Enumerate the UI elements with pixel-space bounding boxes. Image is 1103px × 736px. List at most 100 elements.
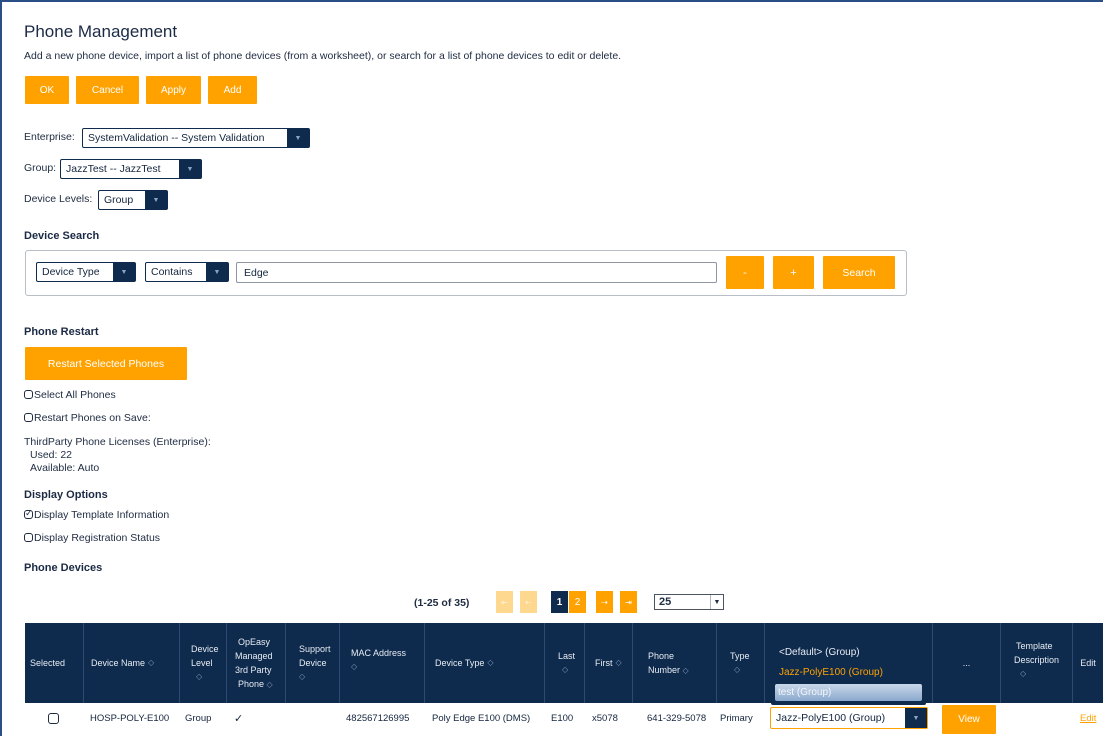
group-select[interactable]: JazzTest -- JazzTest ▼: [60, 159, 202, 179]
col-device-level-line2: Level: [191, 658, 213, 668]
enterprise-label: Enterprise:: [24, 131, 75, 143]
col-mac-address[interactable]: MAC Address ◇: [340, 623, 425, 703]
col-type[interactable]: Type ◇: [717, 623, 765, 703]
page-1-button[interactable]: 1: [551, 591, 568, 613]
col-opeasy-line3: 3rd Party: [235, 664, 272, 675]
edit-link[interactable]: Edit: [1080, 706, 1096, 730]
sort-icon: ◇: [1020, 669, 1027, 678]
next-page-icon[interactable]: ⇢: [596, 591, 613, 613]
sort-icon: ◇: [299, 672, 306, 681]
enterprise-select[interactable]: SystemValidation -- System Validation ▼: [82, 128, 310, 148]
row-template-select[interactable]: Jazz-PolyE100 (Group) ▼: [770, 707, 928, 729]
row-last: E100: [551, 712, 574, 724]
col-type-label: Type: [730, 651, 750, 661]
sort-icon: ◇: [487, 658, 494, 667]
col-device-type[interactable]: Device Type ◇: [425, 623, 545, 703]
row-template-value: Jazz-PolyE100 (Group): [776, 712, 886, 724]
apply-button[interactable]: Apply: [146, 76, 201, 104]
page-size-select[interactable]: 25 ▼: [654, 594, 724, 610]
row-opeasy-managed: ✓: [234, 712, 244, 725]
row-device-type: Poly Edge E100 (DMS): [432, 712, 531, 724]
group-value: JazzTest -- JazzTest: [66, 163, 161, 175]
col-selected[interactable]: Selected: [25, 623, 84, 703]
chevron-down-icon: ▼: [710, 595, 723, 609]
add-button[interactable]: Add: [208, 76, 257, 104]
display-registration-checkbox[interactable]: [24, 533, 33, 542]
cancel-button[interactable]: Cancel: [76, 76, 139, 104]
first-page-icon[interactable]: ⇤: [496, 591, 513, 613]
chevron-down-icon: ▼: [905, 708, 927, 728]
ok-button[interactable]: OK: [25, 76, 69, 104]
col-opeasy-managed[interactable]: OpEasy Managed 3rd Party Phone ◇: [227, 623, 286, 703]
phone-restart-heading: Phone Restart: [24, 326, 99, 338]
search-field-select[interactable]: Device Type ▼: [36, 262, 136, 282]
col-ellipsis[interactable]: ...: [933, 623, 1001, 703]
col-edit-label: Edit: [1080, 658, 1096, 668]
chevron-down-icon: ▼: [145, 191, 167, 209]
licenses-label: ThirdParty Phone Licenses (Enterprise):: [24, 436, 211, 448]
sort-icon: ◇: [148, 658, 155, 667]
restart-selected-phones-button[interactable]: Restart Selected Phones: [25, 347, 187, 380]
col-phone-line1: Phone: [648, 650, 675, 661]
col-first-label: First: [595, 658, 613, 668]
phone-devices-heading: Phone Devices: [24, 562, 103, 574]
device-levels-select[interactable]: Group ▼: [98, 190, 168, 210]
template-option-test[interactable]: test (Group): [775, 684, 922, 701]
template-option-default[interactable]: <Default> (Group): [779, 647, 860, 658]
col-template-description[interactable]: Template Description ◇: [1001, 623, 1073, 703]
search-button[interactable]: Search: [823, 256, 895, 289]
col-edit[interactable]: Edit: [1073, 623, 1103, 703]
col-device-name-label: Device Name: [91, 658, 146, 668]
row-type: Primary: [720, 712, 753, 724]
template-option-jazz-polye100[interactable]: Jazz-PolyE100 (Group): [779, 667, 883, 678]
row-device-name: HOSP-POLY-E100: [90, 712, 170, 724]
last-page-icon[interactable]: ⇥: [620, 591, 637, 613]
search-operator-value: Contains: [151, 266, 193, 278]
row-phone-number: 641-329-5078: [647, 712, 707, 724]
col-support-device[interactable]: Support Device ◇: [286, 623, 340, 703]
row-select-cell[interactable]: [48, 706, 60, 730]
restart-on-save-checkbox[interactable]: [24, 413, 33, 422]
device-search-heading: Device Search: [24, 230, 100, 242]
search-value-input[interactable]: Edge: [236, 262, 717, 283]
col-opeasy-line2: Managed: [235, 650, 273, 661]
previous-page-icon[interactable]: ⇠: [520, 591, 537, 613]
remove-criteria-button[interactable]: -: [726, 256, 764, 289]
row-device-level: Group: [185, 712, 212, 724]
display-template-label: Display Template Information: [34, 509, 170, 521]
col-selected-label: Selected: [30, 658, 66, 668]
sort-icon: ◇: [196, 672, 203, 681]
search-operator-select[interactable]: Contains ▼: [145, 262, 229, 282]
col-device-level[interactable]: Device Level ◇: [180, 623, 227, 703]
licenses-used: Used: 22: [30, 449, 73, 461]
view-button[interactable]: View: [942, 705, 996, 734]
results-range: (1-25 of 35): [414, 597, 470, 609]
search-field-value: Device Type: [42, 266, 100, 278]
col-phone-number[interactable]: Phone Number ◇: [633, 623, 717, 703]
col-device-name[interactable]: Device Name ◇: [84, 623, 180, 703]
sort-icon: ◇: [734, 665, 741, 674]
col-opeasy-line4: Phone ◇: [238, 678, 273, 689]
row-mac-address: 482567126995: [346, 712, 410, 724]
add-criteria-button[interactable]: +: [773, 256, 814, 289]
col-last[interactable]: Last ◇: [545, 623, 585, 703]
select-all-phones-option[interactable]: Select All Phones: [24, 389, 116, 401]
select-all-checkbox[interactable]: [24, 390, 33, 399]
row-first: x5078: [592, 712, 618, 724]
display-template-checkbox[interactable]: [24, 508, 33, 519]
restart-on-save-option[interactable]: Restart Phones on Save:: [24, 412, 151, 424]
device-levels-value: Group: [104, 194, 134, 206]
page-subtitle: Add a new phone device, import a list of…: [24, 50, 622, 62]
col-template-desc-line1: Template: [1016, 641, 1053, 651]
col-support-line1: Support: [299, 644, 331, 654]
col-last-label: Last: [558, 651, 576, 661]
device-levels-label: Device Levels:: [24, 193, 93, 205]
licenses-available: Available: Auto: [30, 462, 100, 474]
row-select-checkbox[interactable]: [48, 712, 59, 724]
enterprise-value: SystemValidation -- System Validation: [88, 132, 265, 144]
col-first[interactable]: First ◇: [585, 623, 633, 703]
display-template-option[interactable]: Display Template Information: [24, 508, 170, 521]
display-registration-option[interactable]: Display Registration Status: [24, 532, 160, 544]
chevron-down-icon: ▼: [206, 263, 228, 281]
page-2-button[interactable]: 2: [569, 591, 586, 613]
